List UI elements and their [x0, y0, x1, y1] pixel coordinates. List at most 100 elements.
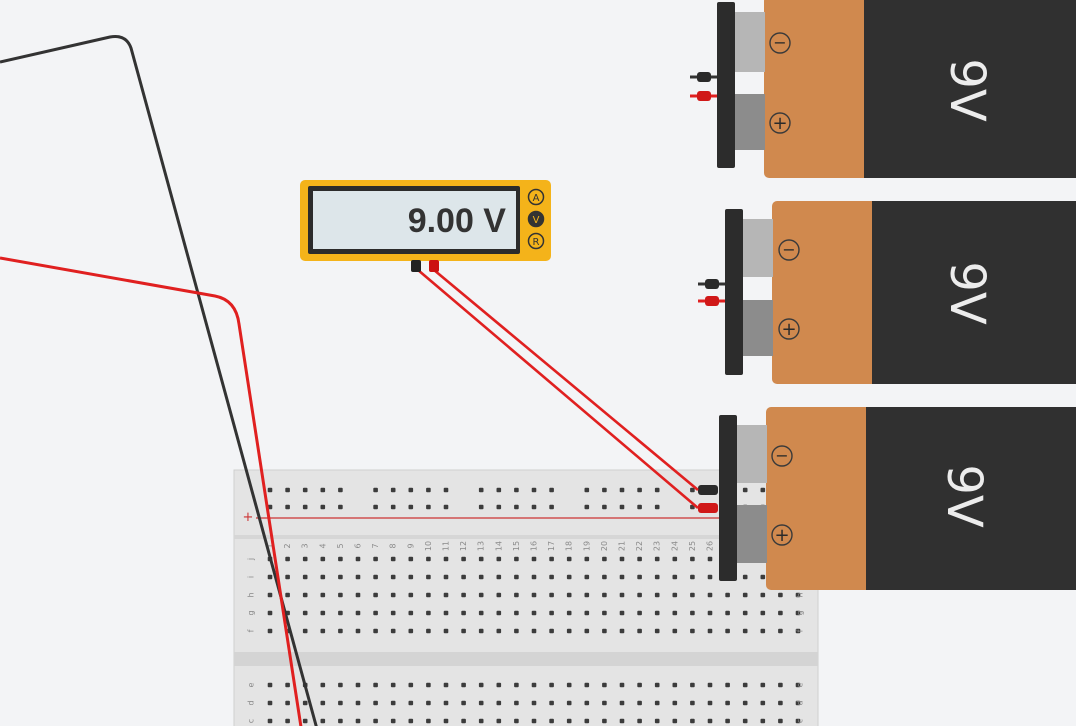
terminal-hole[interactable] [725, 610, 730, 616]
terminal-hole[interactable] [461, 718, 466, 724]
terminal-hole[interactable] [707, 610, 713, 616]
terminal-hole[interactable] [373, 610, 378, 616]
terminal-hole[interactable] [355, 682, 361, 688]
terminal-hole[interactable] [267, 700, 273, 706]
terminal-hole[interactable] [742, 592, 748, 598]
terminal-hole[interactable] [355, 628, 361, 634]
power-rail-hole[interactable] [619, 487, 625, 493]
terminal-hole[interactable] [514, 592, 519, 598]
terminal-hole[interactable] [443, 556, 449, 562]
terminal-hole[interactable] [496, 700, 502, 706]
terminal-hole[interactable] [338, 700, 343, 706]
terminal-hole[interactable] [549, 556, 554, 562]
terminal-hole[interactable] [654, 556, 660, 562]
terminal-hole[interactable] [778, 718, 783, 724]
terminal-hole[interactable] [566, 574, 572, 580]
terminal-hole[interactable] [514, 556, 519, 562]
terminal-hole[interactable] [408, 610, 414, 616]
terminal-hole[interactable] [390, 556, 396, 562]
terminal-hole[interactable] [602, 718, 607, 724]
terminal-hole[interactable] [390, 592, 396, 598]
terminal-hole[interactable] [478, 610, 484, 616]
power-rail-hole[interactable] [654, 504, 660, 510]
battery-9v-2[interactable]: − + 9V [698, 201, 1076, 384]
terminal-negative[interactable] [741, 219, 773, 277]
terminal-hole[interactable] [373, 682, 378, 688]
terminal-hole[interactable] [566, 556, 572, 562]
terminal-hole[interactable] [549, 682, 554, 688]
power-rail-hole[interactable] [478, 504, 484, 510]
power-rail-hole[interactable] [320, 504, 326, 510]
terminal-hole[interactable] [514, 574, 519, 580]
terminal-hole[interactable] [672, 718, 678, 724]
terminal-hole[interactable] [338, 718, 343, 724]
terminal-hole[interactable] [355, 574, 361, 580]
terminal-hole[interactable] [478, 682, 484, 688]
terminal-hole[interactable] [566, 700, 572, 706]
terminal-hole[interactable] [302, 556, 308, 562]
terminal-hole[interactable] [285, 574, 290, 580]
power-rail-hole[interactable] [531, 504, 537, 510]
terminal-hole[interactable] [602, 556, 607, 562]
terminal-hole[interactable] [390, 682, 396, 688]
terminal-hole[interactable] [390, 610, 396, 616]
terminal-hole[interactable] [285, 700, 290, 706]
terminal-hole[interactable] [742, 610, 748, 616]
lead-clip-red[interactable] [705, 296, 719, 306]
terminal-hole[interactable] [778, 700, 783, 706]
terminal-hole[interactable] [690, 718, 695, 724]
terminal-hole[interactable] [619, 610, 625, 616]
power-rail-hole[interactable] [338, 487, 343, 493]
terminal-hole[interactable] [338, 574, 343, 580]
power-rail-hole[interactable] [584, 487, 590, 493]
terminal-hole[interactable] [443, 610, 449, 616]
terminal-hole[interactable] [566, 592, 572, 598]
power-rail-hole[interactable] [602, 487, 607, 493]
terminal-hole[interactable] [566, 718, 572, 724]
terminal-hole[interactable] [672, 628, 678, 634]
terminal-hole[interactable] [760, 682, 766, 688]
terminal-hole[interactable] [619, 718, 625, 724]
terminal-hole[interactable] [514, 700, 519, 706]
terminal-hole[interactable] [426, 682, 431, 688]
terminal-hole[interactable] [672, 574, 678, 580]
terminal-hole[interactable] [338, 628, 343, 634]
terminal-hole[interactable] [285, 556, 290, 562]
terminal-hole[interactable] [320, 574, 326, 580]
power-rail-hole[interactable] [654, 487, 660, 493]
terminal-hole[interactable] [619, 574, 625, 580]
terminal-hole[interactable] [584, 700, 590, 706]
power-rail-hole[interactable] [390, 504, 396, 510]
terminal-hole[interactable] [725, 718, 730, 724]
terminal-hole[interactable] [725, 700, 730, 706]
power-rail-hole[interactable] [408, 504, 414, 510]
terminal-hole[interactable] [496, 556, 502, 562]
terminal-hole[interactable] [443, 574, 449, 580]
terminal-hole[interactable] [778, 610, 783, 616]
terminal-hole[interactable] [355, 718, 361, 724]
terminal-hole[interactable] [637, 628, 642, 634]
terminal-hole[interactable] [742, 628, 748, 634]
power-rail-hole[interactable] [338, 504, 343, 510]
terminal-hole[interactable] [373, 574, 378, 580]
terminal-hole[interactable] [443, 592, 449, 598]
battery-9v-1[interactable]: − + 9V [690, 0, 1076, 178]
battery-snap-connector[interactable] [717, 2, 735, 168]
terminal-hole[interactable] [672, 592, 678, 598]
terminal-positive[interactable] [735, 505, 767, 563]
terminal-hole[interactable] [373, 556, 378, 562]
terminal-hole[interactable] [778, 682, 783, 688]
terminal-hole[interactable] [408, 628, 414, 634]
terminal-hole[interactable] [690, 574, 695, 580]
terminal-hole[interactable] [690, 628, 695, 634]
terminal-hole[interactable] [549, 610, 554, 616]
power-rail-hole[interactable] [514, 487, 519, 493]
terminal-hole[interactable] [760, 700, 766, 706]
terminal-hole[interactable] [461, 574, 466, 580]
terminal-hole[interactable] [514, 718, 519, 724]
terminal-hole[interactable] [654, 700, 660, 706]
terminal-hole[interactable] [320, 610, 326, 616]
terminal-hole[interactable] [778, 628, 783, 634]
terminal-hole[interactable] [426, 592, 431, 598]
terminal-hole[interactable] [461, 682, 466, 688]
